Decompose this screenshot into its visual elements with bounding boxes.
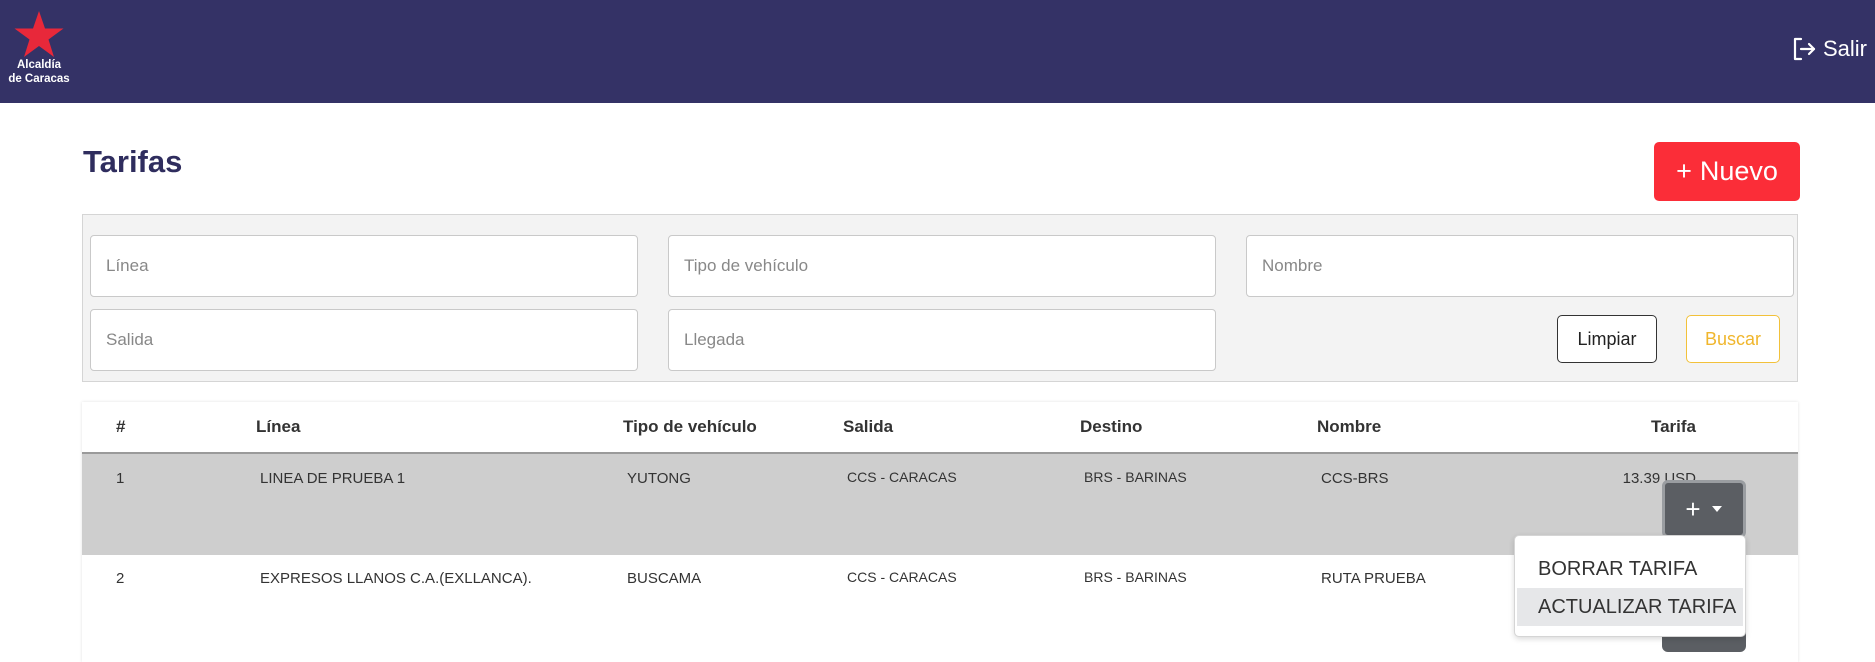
cell-linea: LINEA DE PRUEBA 1 [216, 453, 623, 555]
cell-destino: BRS - BARINAS [1080, 453, 1317, 555]
logout-icon [1793, 37, 1816, 61]
logout-button[interactable]: Salir [1791, 36, 1867, 62]
clear-button[interactable]: Limpiar [1557, 315, 1657, 363]
column-header-nombre: Nombre [1317, 402, 1557, 454]
column-header-tipo: Tipo de vehículo [623, 402, 843, 454]
cell-num: 1 [82, 453, 216, 555]
cell-tipo: BUSCAMA [623, 555, 843, 643]
column-header-destino: Destino [1080, 402, 1317, 454]
salida-input[interactable] [90, 309, 638, 371]
llegada-input[interactable] [668, 309, 1216, 371]
logout-label: Salir [1822, 36, 1867, 61]
cell-num: 2 [82, 555, 216, 643]
menu-item-borrar-tarifa[interactable]: BORRAR TARIFA [1517, 550, 1743, 588]
menu-item-actualizar-tarifa[interactable]: ACTUALIZAR TARIFA [1517, 588, 1743, 626]
logo-text: Alcaldía de Caracas [8, 59, 70, 85]
page-title: Tarifas [83, 144, 183, 179]
row-actions-button[interactable]: + [1662, 480, 1746, 538]
cell-salida: CCS - CARACAS [843, 453, 1080, 555]
table-header-row: # Línea Tipo de vehículo Salida Destino … [82, 402, 1798, 454]
cell-salida: CCS - CARACAS [843, 555, 1080, 643]
nombre-input[interactable] [1246, 235, 1794, 297]
column-header-num: # [82, 402, 216, 454]
search-button[interactable]: Buscar [1686, 315, 1780, 363]
tipo-vehiculo-input[interactable] [668, 235, 1216, 297]
column-header-linea: Línea [216, 402, 623, 454]
column-header-salida: Salida [843, 402, 1080, 454]
cell-linea: EXPRESOS LLANOS C.A.(EXLLANCA). [216, 555, 623, 643]
new-tarifa-button[interactable]: + Nuevo [1654, 142, 1800, 201]
column-header-tarifa: Tarifa [1557, 402, 1696, 454]
linea-input[interactable] [90, 235, 638, 297]
actions-dropdown-menu: BORRAR TARIFA ACTUALIZAR TARIFA [1514, 535, 1746, 637]
top-navbar: Alcaldía de Caracas Salir [0, 0, 1875, 103]
filter-panel: Limpiar Buscar [82, 214, 1798, 382]
column-header-actions [1696, 402, 1798, 454]
cell-destino: BRS - BARINAS [1080, 555, 1317, 643]
cell-tipo: YUTONG [623, 453, 843, 555]
alcaldia-logo[interactable]: Alcaldía de Caracas [6, 10, 72, 86]
plus-icon: + [1676, 156, 1692, 186]
new-button-label: Nuevo [1699, 156, 1778, 186]
caret-down-icon [1711, 506, 1722, 512]
plus-icon: + [1685, 494, 1701, 524]
star-icon [14, 11, 64, 57]
